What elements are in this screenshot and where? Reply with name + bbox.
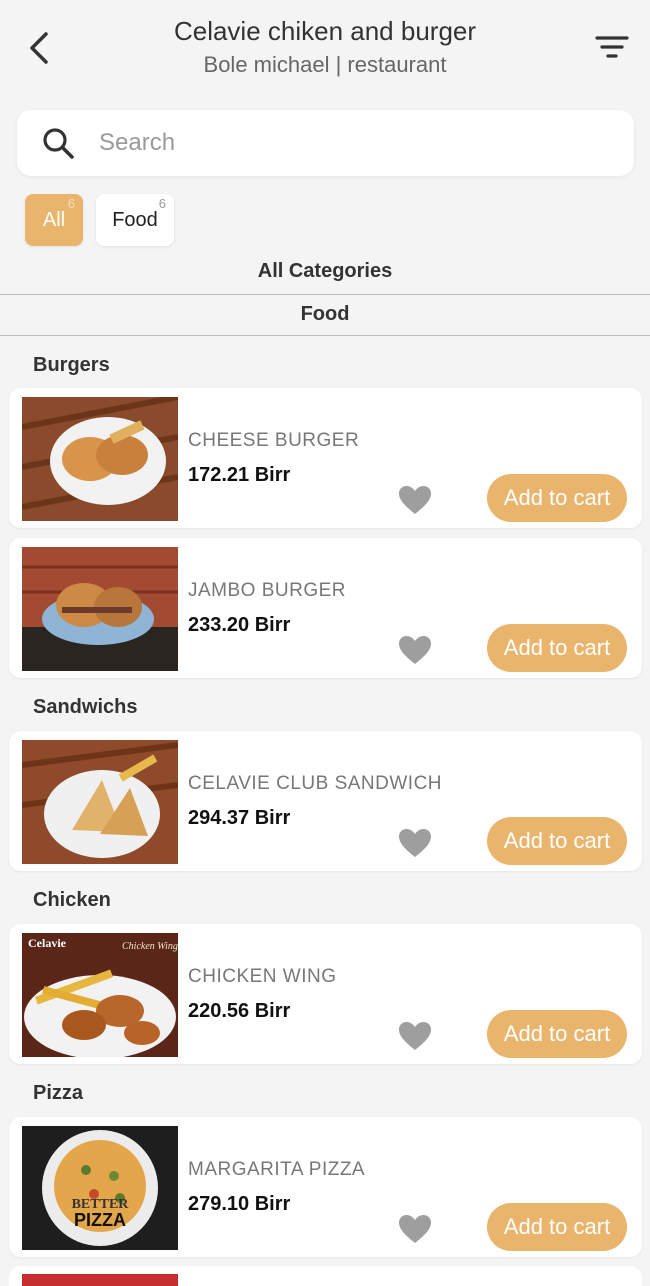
chip-food-label: Food xyxy=(112,208,158,231)
item-name: MARGARITA PIZZA xyxy=(188,1159,366,1180)
heart-icon[interactable] xyxy=(397,634,433,666)
add-to-cart-button[interactable]: Add to cart xyxy=(487,1010,627,1058)
filter-icon xyxy=(595,36,629,58)
chip-all-count: 6 xyxy=(67,196,75,211)
item-image xyxy=(22,547,178,671)
section-title-sandwichs: Sandwichs xyxy=(33,696,138,718)
item-price: 294.37 Birr xyxy=(188,807,291,829)
menu-item-card-partial[interactable] xyxy=(9,1266,642,1286)
add-to-cart-button[interactable]: Add to cart xyxy=(487,817,627,865)
item-price: 279.10 Birr xyxy=(188,1193,291,1215)
section-title-burgers: Burgers xyxy=(33,354,110,376)
section-title-chicken: Chicken xyxy=(33,889,111,911)
chip-all[interactable]: All 6 xyxy=(25,194,83,246)
item-image: Celavie Chicken Wings xyxy=(22,933,178,1057)
chip-all-label: All xyxy=(42,208,66,231)
item-image: BETTER PIZZA xyxy=(22,1126,178,1250)
item-image xyxy=(22,1274,178,1286)
heart-icon[interactable] xyxy=(397,1213,433,1245)
thumb-logo-text: Celavie xyxy=(28,936,67,950)
menu-item-card[interactable]: JAMBO BURGER 233.20 Birr Add to cart xyxy=(9,538,642,678)
app-header: Celavie chiken and burger Bole michael |… xyxy=(0,0,650,100)
menu-item-card[interactable]: BETTER PIZZA MARGARITA PIZZA 279.10 Birr… xyxy=(9,1117,642,1257)
item-name: CHEESE BURGER xyxy=(188,430,360,451)
item-image xyxy=(22,397,178,521)
filter-button[interactable] xyxy=(592,30,632,66)
add-to-cart-button[interactable]: Add to cart xyxy=(487,474,627,522)
search-bar xyxy=(17,110,634,176)
search-input[interactable] xyxy=(97,122,601,164)
tab-food[interactable]: Food xyxy=(0,295,650,336)
thumb-wings-text: Chicken Wings xyxy=(122,941,178,952)
menu-item-card[interactable]: CHEESE BURGER 172.21 Birr Add to cart xyxy=(9,388,642,528)
chip-food-count: 6 xyxy=(158,196,166,211)
item-name: JAMBO BURGER xyxy=(188,580,347,601)
item-name: CHICKEN WING xyxy=(188,966,337,987)
item-image xyxy=(22,740,178,864)
item-name: CELAVIE CLUB SANDWICH xyxy=(188,773,443,794)
heart-icon[interactable] xyxy=(397,827,433,859)
heart-icon[interactable] xyxy=(397,1020,433,1052)
restaurant-name: Celavie chiken and burger xyxy=(173,16,477,46)
chip-food[interactable]: Food 6 xyxy=(96,194,174,246)
item-price: 172.21 Birr xyxy=(188,464,291,486)
heart-icon[interactable] xyxy=(397,484,433,516)
add-to-cart-button[interactable]: Add to cart xyxy=(487,1203,627,1251)
search-icon xyxy=(43,128,74,159)
tab-all-categories[interactable]: All Categories xyxy=(0,256,650,295)
item-price: 220.56 Birr xyxy=(188,1000,291,1022)
menu-item-card[interactable]: Celavie Chicken Wings CHICKEN WING 220.5… xyxy=(9,924,642,1064)
item-price: 233.20 Birr xyxy=(188,614,291,636)
menu-item-card[interactable]: CELAVIE CLUB SANDWICH 294.37 Birr Add to… xyxy=(9,731,642,871)
thumb-pizza-text: PIZZA xyxy=(74,1210,126,1230)
restaurant-subtitle: Bole michael | restaurant xyxy=(203,52,447,77)
add-to-cart-button[interactable]: Add to cart xyxy=(487,624,627,672)
section-title-pizza: Pizza xyxy=(33,1082,84,1104)
